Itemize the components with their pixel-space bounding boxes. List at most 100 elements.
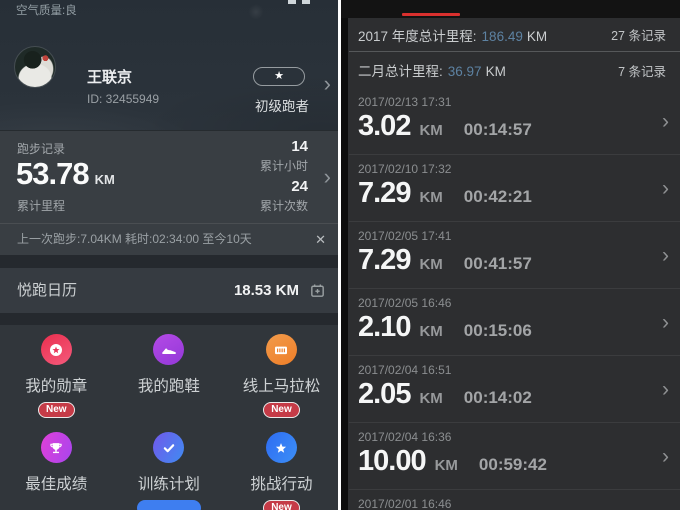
- new-badge: New: [263, 500, 300, 510]
- calendar-plus-icon: [309, 282, 326, 299]
- total-distance-unit: KM: [95, 172, 115, 187]
- plan-progress-badge: [137, 500, 201, 510]
- run-record[interactable]: 2017/02/05 17:41 7.29 KM 00:41:57 ›: [349, 222, 680, 289]
- medal-icon: [41, 334, 72, 365]
- grid-item-shoes[interactable]: 我的跑鞋: [113, 334, 226, 418]
- running-stats-card[interactable]: 跑步记录 53.78 KM 累计里程 14 累计小时 24 累计次数 ›: [0, 130, 338, 223]
- run-record[interactable]: 2017/02/01 16:46: [349, 490, 680, 510]
- grid-item-best-results[interactable]: 最佳成绩: [0, 432, 113, 510]
- user-name: 王联京: [87, 66, 132, 87]
- run-record[interactable]: 2017/02/04 16:51 2.05 KM 00:14:02 ›: [349, 356, 680, 423]
- run-calendar-row[interactable]: 悦跑日历 18.53 KM: [0, 268, 338, 313]
- total-distance-label: 累计里程: [17, 197, 65, 214]
- record-datetime: 2017/02/13 17:31: [358, 95, 451, 109]
- new-badge: New: [38, 402, 75, 418]
- level-star-badge[interactable]: ★: [253, 67, 305, 86]
- grid-item-online-marathon[interactable]: 线上马拉松 New: [225, 334, 338, 418]
- profile-banner: 空气质量:良 王联京 ID: 32455949 ★ 初级跑者 ›: [0, 0, 338, 130]
- feature-grid: 我的勋章 New 我的跑鞋: [0, 325, 338, 510]
- total-hours-value: 14: [260, 137, 308, 156]
- total-runs-label: 累计次数: [260, 196, 308, 217]
- record-duration: 00:15:06: [464, 321, 532, 341]
- chevron-right-icon: ›: [662, 311, 669, 335]
- record-distance-unit: KM: [419, 390, 442, 407]
- grid-item-label: 线上马拉松: [243, 374, 321, 396]
- run-record-list: 2017/02/13 17:31 3.02 KM 00:14:57 › 2017…: [341, 88, 680, 510]
- grid-item-medals[interactable]: 我的勋章 New: [0, 334, 113, 418]
- year-summary-label: 2017 年度总计里程:: [358, 25, 477, 45]
- grid-item-label: 挑战行动: [250, 472, 312, 494]
- grid-item-label: 训练计划: [138, 472, 200, 494]
- section-divider: [0, 255, 338, 268]
- year-summary-unit: KM: [527, 29, 547, 44]
- last-run-text: 上一次跑步:7.04KM 耗时:02:34:00 至今10天: [17, 224, 252, 255]
- star-icon: [266, 432, 297, 463]
- new-badge: New: [263, 402, 300, 418]
- chevron-right-icon: ›: [662, 244, 669, 268]
- chevron-right-icon[interactable]: ›: [324, 166, 331, 188]
- stats-title: 跑步记录: [17, 140, 65, 157]
- month-record-count: 7 条记录: [618, 61, 666, 80]
- grid-item-training-plan[interactable]: 训练计划: [113, 432, 226, 510]
- close-icon[interactable]: ✕: [315, 224, 326, 255]
- record-datetime: 2017/02/10 17:32: [358, 162, 451, 176]
- chevron-right-icon: ›: [662, 110, 669, 134]
- record-duration: 00:59:42: [479, 455, 547, 475]
- run-record[interactable]: 2017/02/13 17:31 3.02 KM 00:14:57 ›: [349, 88, 680, 155]
- statusbar-fragment-icon: [288, 0, 296, 4]
- total-distance-value: 53.78: [16, 156, 89, 192]
- record-duration: 00:14:02: [464, 388, 532, 408]
- year-record-count: 27 条记录: [611, 25, 666, 44]
- chevron-right-icon: ›: [662, 177, 669, 201]
- profile-panel: 空气质量:良 王联京 ID: 32455949 ★ 初级跑者 › 跑步记录 53…: [0, 0, 338, 510]
- tab-bar[interactable]: [341, 0, 680, 18]
- record-datetime: 2017/02/04 16:36: [358, 430, 451, 444]
- run-record[interactable]: 2017/02/10 17:32 7.29 KM 00:42:21 ›: [349, 155, 680, 222]
- grid-item-label: 我的勋章: [25, 374, 87, 396]
- grid-item-challenge[interactable]: 挑战行动 New: [225, 432, 338, 510]
- month-summary-value: 36.97: [448, 64, 482, 79]
- statusbar-fragment-icon: [302, 0, 310, 4]
- calendar-distance: 18.53 KM: [234, 282, 299, 299]
- grid-item-label: 最佳成绩: [25, 472, 87, 494]
- race-bib-icon: [266, 334, 297, 365]
- calendar-label: 悦跑日历: [17, 268, 77, 313]
- run-record[interactable]: 2017/02/04 16:36 10.00 KM 00:59:42 ›: [349, 423, 680, 490]
- year-summary-row: 2017 年度总计里程: 186.49 KM 27 条记录: [349, 18, 680, 52]
- grid-item-label: 我的跑鞋: [138, 374, 200, 396]
- record-datetime: 2017/02/05 16:46: [358, 296, 451, 310]
- checkmark-icon: [153, 432, 184, 463]
- record-duration: 00:14:57: [464, 120, 532, 140]
- record-distance-unit: KM: [419, 189, 442, 206]
- user-id: ID: 32455949: [87, 92, 159, 106]
- record-duration: 00:42:21: [464, 187, 532, 207]
- chevron-right-icon: ›: [662, 445, 669, 469]
- record-datetime: 2017/02/01 16:46: [358, 497, 451, 510]
- avatar[interactable]: [14, 46, 56, 88]
- month-summary-row: 二月总计里程: 36.97 KM 7 条记录: [349, 52, 680, 88]
- record-distance: 7.29: [358, 175, 410, 211]
- record-distance-unit: KM: [419, 256, 442, 273]
- year-summary-value: 186.49: [482, 29, 523, 44]
- total-hours-label: 累计小时: [260, 156, 308, 177]
- star-icon: ★: [274, 70, 284, 82]
- active-tab-indicator: [402, 13, 460, 16]
- month-summary-label: 二月总计里程:: [358, 60, 443, 80]
- running-shoe-icon: [153, 334, 184, 365]
- level-label: 初级跑者: [255, 95, 309, 115]
- record-datetime: 2017/02/05 17:41: [358, 229, 451, 243]
- chevron-right-icon: ›: [662, 378, 669, 402]
- run-record[interactable]: 2017/02/05 16:46 2.10 KM 00:15:06 ›: [349, 289, 680, 356]
- chevron-right-icon[interactable]: ›: [324, 73, 331, 95]
- section-divider: [0, 313, 338, 325]
- record-distance: 2.10: [358, 309, 410, 345]
- record-distance-unit: KM: [435, 457, 458, 474]
- record-distance: 10.00: [358, 443, 426, 479]
- total-runs-value: 24: [260, 177, 308, 196]
- record-distance: 7.29: [358, 242, 410, 278]
- record-distance-unit: KM: [419, 323, 442, 340]
- run-history-panel: 2017 年度总计里程: 186.49 KM 27 条记录 二月总计里程: 36…: [341, 0, 680, 510]
- air-quality-label: 空气质量:良: [16, 2, 77, 18]
- record-distance: 2.05: [358, 376, 410, 412]
- record-distance: 3.02: [358, 108, 410, 144]
